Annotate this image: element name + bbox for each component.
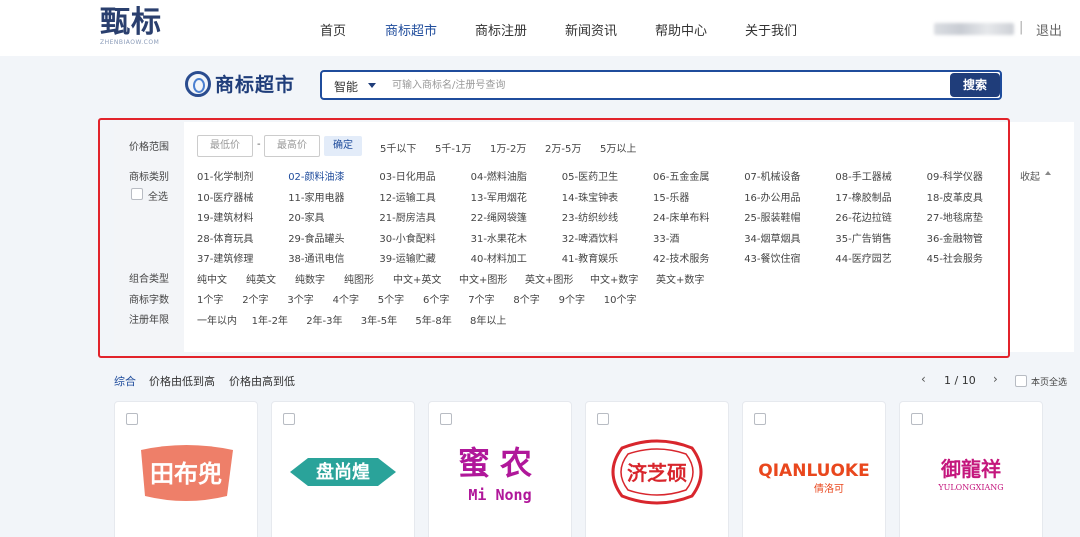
trademark-card[interactable]: 御龍祥 YULONGXIANG xyxy=(899,401,1043,537)
dropdown-caret-icon[interactable] xyxy=(368,83,376,88)
search-input[interactable] xyxy=(392,76,932,94)
user-account-blurred[interactable] xyxy=(934,23,1014,35)
card-subtitle: Mi Nong xyxy=(468,486,531,504)
logo-text: 甄标 xyxy=(100,5,162,40)
site-logo[interactable]: 甄标 ZHENBIAOW.COM xyxy=(100,5,162,47)
logout-link[interactable]: 退出 xyxy=(1036,20,1062,39)
trademark-card[interactable]: 济芝硕 xyxy=(585,401,729,537)
select-page-label: 本页全选 xyxy=(1031,378,1068,388)
logo-subtext: ZHENBIAOW.COM xyxy=(100,39,160,46)
nav-market[interactable]: 商标超市 xyxy=(385,20,437,39)
card-checkbox[interactable] xyxy=(283,413,295,425)
trademark-logo: 田布兜 xyxy=(141,445,233,501)
market-title: 商标超市 xyxy=(215,74,296,96)
nav-help[interactable]: 帮助中心 xyxy=(655,20,707,39)
card-title: 御龍祥 xyxy=(940,457,1001,481)
next-page-icon[interactable]: › xyxy=(993,372,998,386)
card-title: 盘尚煌 xyxy=(316,461,370,483)
card-checkbox[interactable] xyxy=(911,413,923,425)
trademark-logo: QIANLUOKE 倩洛可 xyxy=(758,461,869,495)
prev-page-icon[interactable]: ‹ xyxy=(921,372,926,386)
trademark-logo: 济芝硕 xyxy=(611,439,703,505)
total-pages: 10 xyxy=(961,374,976,387)
page-separator: / xyxy=(954,374,959,387)
card-title: 田布兜 xyxy=(150,460,222,488)
sort-price-desc[interactable]: 价格由高到低 xyxy=(229,373,295,389)
nav-about[interactable]: 关于我们 xyxy=(745,20,797,39)
trademark-logo: 御龍祥 YULONGXIANG xyxy=(937,457,1003,492)
nav-news[interactable]: 新闻资讯 xyxy=(565,20,617,39)
search-button[interactable]: 搜索 xyxy=(950,73,1000,97)
trademark-card[interactable]: 蜜农 Mi Nong xyxy=(428,401,572,537)
collapse-toggle[interactable]: 收起 xyxy=(1020,168,1051,183)
card-title: 济芝硕 xyxy=(627,461,687,485)
trademark-logo: 盘尚煌 xyxy=(290,458,396,486)
top-navigation: 甄标 ZHENBIAOW.COM 首页 商标超市 商标注册 新闻资讯 帮助中心 … xyxy=(0,0,1080,56)
page-indicator: 1 / 10 xyxy=(944,374,976,387)
card-subtitle: YULONGXIANG xyxy=(937,483,1003,492)
select-page-checkbox[interactable] xyxy=(1015,375,1027,387)
card-checkbox[interactable] xyxy=(754,413,766,425)
current-page: 1 xyxy=(944,374,951,387)
sort-price-asc[interactable]: 价格由低到高 xyxy=(149,373,215,389)
nav-home[interactable]: 首页 xyxy=(320,20,346,39)
nav-register[interactable]: 商标注册 xyxy=(475,20,527,39)
trademark-logo: 蜜农 Mi Nong xyxy=(458,444,542,504)
user-separator: | xyxy=(1019,20,1024,35)
trademark-card[interactable]: 田布兜 xyxy=(114,401,258,537)
sort-default[interactable]: 综合 xyxy=(114,373,136,389)
card-title: QIANLUOKE xyxy=(758,461,869,481)
market-emblem-icon xyxy=(185,70,211,97)
trademark-card[interactable]: QIANLUOKE 倩洛可 xyxy=(742,401,886,537)
card-title: 蜜农 xyxy=(458,444,542,482)
search-bar: 智能 搜索 xyxy=(320,70,1002,100)
trademark-card[interactable]: 盘尚煌 xyxy=(271,401,415,537)
market-logo: 商标超市 xyxy=(185,70,295,97)
card-checkbox[interactable] xyxy=(597,413,609,425)
search-mode-select[interactable]: 智能 xyxy=(334,78,358,95)
card-subtitle: 倩洛可 xyxy=(814,482,844,495)
card-checkbox[interactable] xyxy=(126,413,138,425)
highlight-frame xyxy=(98,118,1010,358)
card-checkbox[interactable] xyxy=(440,413,452,425)
